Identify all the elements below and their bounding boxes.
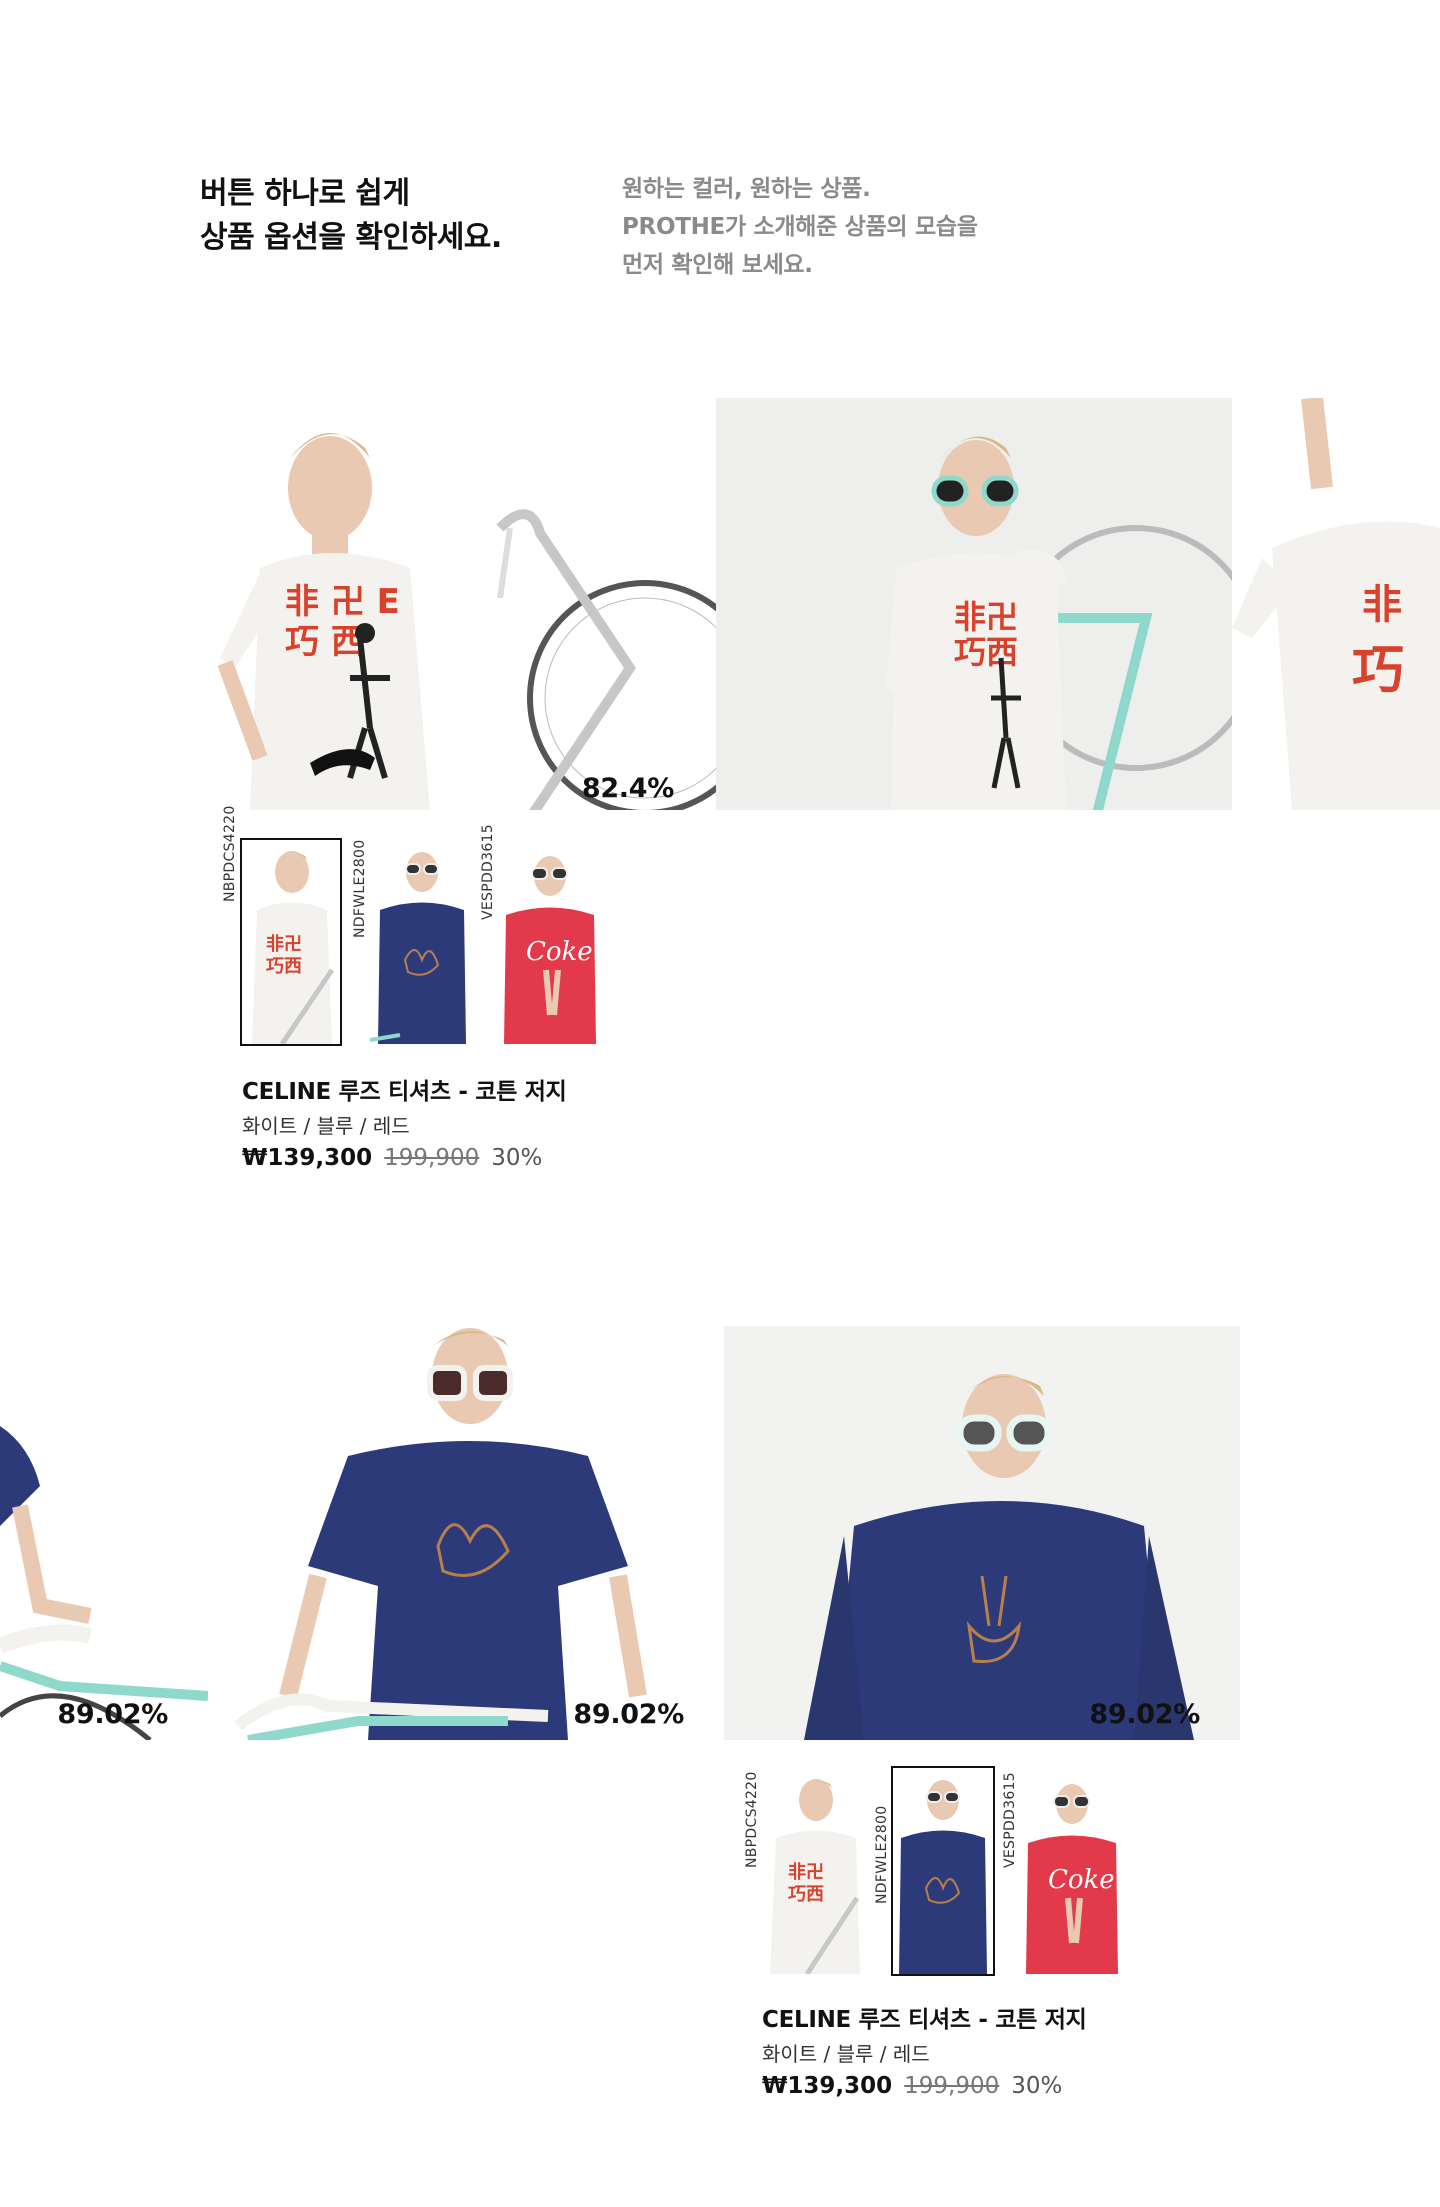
red-shirt-thumbnail-image: Coke	[498, 840, 602, 1044]
svg-text:非卍: 非卍	[954, 598, 1018, 636]
intro-subcopy: 원하는 컬러, 원하는 상품. PROTHE가 소개해준 상품의 모습을 먼저 …	[622, 170, 978, 284]
sale-price: ₩139,300	[242, 1145, 373, 1171]
product-photo-tile[interactable]: 89.02%	[0, 1326, 208, 1740]
intro-sub-line-3: 먼저 확인해 보세요.	[622, 252, 813, 278]
match-percentage: 89.02%	[1089, 1699, 1200, 1730]
product-color-options: 화이트 / 블루 / 레드	[242, 1114, 410, 1138]
color-option-thumbnail-navy[interactable]	[370, 840, 474, 1044]
product-photo-tile[interactable]: 89.02%	[208, 1326, 724, 1740]
discount-rate: 30%	[491, 1145, 543, 1171]
match-percentage: 89.02%	[573, 1699, 684, 1730]
product-photo-tile[interactable]: 非 卍 E 巧 西 82.4%	[200, 398, 716, 810]
product-photo-tile[interactable]: 巧 非	[1232, 398, 1440, 810]
svg-text:巧西: 巧西	[788, 1884, 824, 1905]
model-photo-illustration	[724, 1326, 1240, 1740]
svg-text:非 卍 E: 非 卍 E	[285, 582, 400, 622]
model-photo-illustration: 巧 非	[1232, 398, 1440, 810]
match-percentage: 89.02%	[57, 1699, 168, 1730]
product-name[interactable]: CELINE 루즈 티셔츠 - 코튼 저지	[762, 2000, 1087, 2034]
svg-text:非: 非	[1362, 582, 1402, 628]
svg-text:巧西: 巧西	[954, 633, 1018, 671]
svg-text:Coke: Coke	[526, 937, 593, 967]
color-option-thumbnail-navy[interactable]	[891, 1766, 995, 1976]
model-photo-illustration: 非 卍 E 巧 西	[200, 398, 716, 810]
svg-text:巧西: 巧西	[266, 956, 302, 977]
intro-headline: 버튼 하나로 쉽게 상품 옵션을 확인하세요.	[200, 172, 502, 260]
original-price: 199,900	[904, 2073, 1000, 2099]
color-option-thumbnail-white[interactable]: 非卍 巧西	[240, 838, 342, 1046]
intro-sub-line-1: 원하는 컬러, 원하는 상품.	[622, 176, 871, 202]
color-option-thumbnail-red[interactable]: Coke	[498, 840, 602, 1044]
navy-shirt-thumbnail-image	[370, 840, 474, 1044]
product-color-options: 화이트 / 블루 / 레드	[762, 2042, 930, 2066]
sku-label: VESPDD3615	[480, 824, 496, 920]
svg-text:巧 西: 巧 西	[285, 622, 365, 662]
sale-price: ₩139,300	[762, 2073, 893, 2099]
white-shirt-thumbnail-image: 非卍 巧西	[762, 1768, 866, 1974]
original-price: 199,900	[384, 1145, 480, 1171]
color-option-thumbnail-white[interactable]: 非卍 巧西	[762, 1768, 866, 1974]
color-option-thumbnail-red[interactable]: Coke	[1020, 1768, 1124, 1974]
model-photo-illustration: 非卍 巧西	[716, 398, 1232, 810]
product-photo-tile[interactable]: 非卍 巧西	[716, 398, 1232, 810]
model-photo-illustration	[208, 1326, 724, 1740]
intro-headline-line-2: 상품 옵션을 확인하세요.	[200, 220, 502, 255]
sku-label: NDFWLE2800	[874, 1805, 890, 1904]
svg-text:Coke: Coke	[1048, 1865, 1115, 1895]
product-name[interactable]: CELINE 루즈 티셔츠 - 코튼 저지	[242, 1072, 567, 1106]
svg-text:巧: 巧	[1352, 641, 1404, 701]
intro-headline-line-1: 버튼 하나로 쉽게	[200, 176, 410, 211]
navy-shirt-thumbnail-image	[893, 1768, 993, 1974]
red-shirt-thumbnail-image: Coke	[1020, 1768, 1124, 1974]
product-price-row: ₩139,300 199,900 30%	[762, 2073, 1062, 2099]
white-shirt-thumbnail-image: 非卍 巧西	[242, 840, 340, 1044]
sku-label: NBPDCS4220	[744, 1771, 760, 1868]
svg-text:非卍: 非卍	[266, 933, 302, 955]
product-photo-tile[interactable]: 89.02%	[724, 1326, 1240, 1740]
match-percentage: 82.4%	[581, 773, 674, 804]
discount-rate: 30%	[1011, 2073, 1063, 2099]
product-price-row: ₩139,300 199,900 30%	[242, 1145, 542, 1171]
sku-label: NDFWLE2800	[352, 839, 368, 938]
sku-label: NBPDCS4220	[222, 805, 238, 902]
svg-text:非卍: 非卍	[788, 1861, 824, 1883]
sku-label: VESPDD3615	[1002, 1772, 1018, 1868]
intro-sub-line-2: PROTHE가 소개해준 상품의 모습을	[622, 214, 978, 240]
model-photo-illustration	[0, 1326, 208, 1740]
